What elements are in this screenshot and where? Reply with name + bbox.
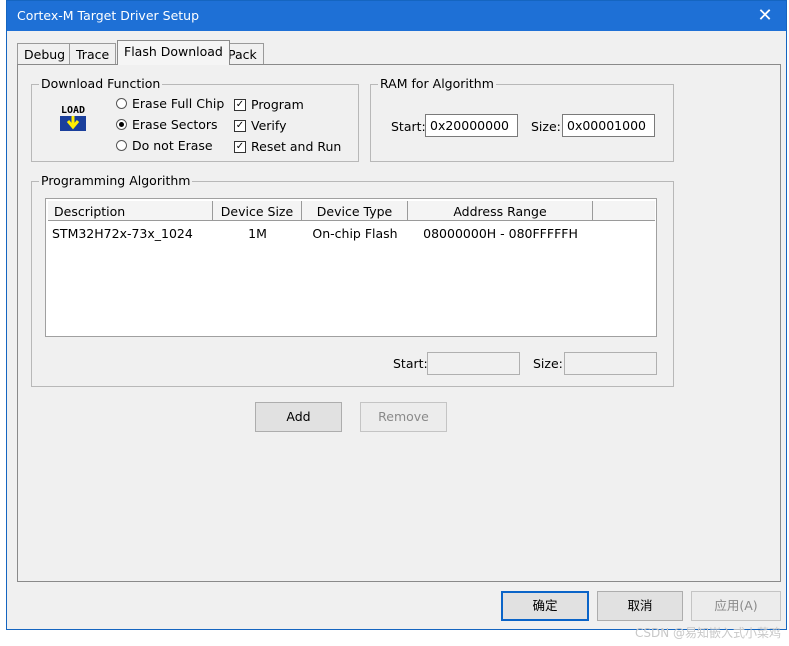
radio-erase-sectors[interactable] (116, 119, 127, 130)
reset-and-run-label: Reset and Run (251, 139, 342, 154)
tab-trace[interactable]: Trace (69, 43, 117, 64)
erase-full-chip-label: Erase Full Chip (132, 96, 225, 111)
erase-sectors-label: Erase Sectors (132, 117, 218, 132)
watermark: CSDN @易知嵌入式小菜鸡 (634, 626, 781, 640)
algo-start-input[interactable] (427, 352, 520, 375)
checkbox-reset-and-run[interactable]: ✓ (234, 141, 246, 153)
program-label: Program (251, 97, 304, 112)
load-icon: LOAD (57, 102, 89, 134)
column-filler (593, 201, 655, 221)
column-device-size[interactable]: Device Size (213, 201, 302, 221)
close-icon[interactable]: ✕ (752, 4, 778, 28)
row-description: STM32H72x-73x_1024 (52, 226, 193, 241)
remove-button[interactable]: Remove (360, 402, 447, 432)
do-not-erase-label: Do not Erase (132, 138, 213, 153)
row-device-type: On-chip Flash (312, 226, 398, 241)
ok-button[interactable]: 确定 (501, 591, 589, 621)
download-function-group: Download Function LOAD Erase Full Chip E… (31, 76, 359, 162)
verify-label: Verify (251, 118, 287, 133)
ram-size-label: Size: (531, 119, 561, 134)
column-address-range[interactable]: Address Range (408, 201, 593, 221)
radio-do-not-erase[interactable] (116, 140, 127, 151)
row-device-size: 1M (248, 226, 267, 241)
tab-debug[interactable]: Debug (17, 43, 73, 64)
row-address-range: 08000000H - 080FFFFFH (423, 226, 578, 241)
algo-start-label: Start: (393, 356, 428, 371)
column-description[interactable]: Description (48, 201, 213, 221)
tab-flash-download[interactable]: Flash Download (117, 40, 230, 65)
ram-size-input[interactable]: 0x00001000 (562, 114, 655, 137)
programming-algorithm-title: Programming Algorithm (39, 173, 193, 188)
algorithm-list[interactable]: Description Device Size Device Type Addr… (45, 198, 657, 337)
ram-start-label: Start: (391, 119, 426, 134)
apply-button[interactable]: 应用(A) (691, 591, 781, 621)
radio-erase-full-chip[interactable] (116, 98, 127, 109)
algo-size-label: Size: (533, 356, 563, 371)
add-button[interactable]: Add (255, 402, 342, 432)
download-function-title: Download Function (39, 76, 163, 91)
ram-for-algorithm-title: RAM for Algorithm (378, 76, 496, 91)
ram-start-input[interactable]: 0x20000000 (425, 114, 518, 137)
cancel-button[interactable]: 取消 (597, 591, 683, 621)
checkbox-program[interactable]: ✓ (234, 99, 246, 111)
column-device-type[interactable]: Device Type (302, 201, 408, 221)
checkbox-verify[interactable]: ✓ (234, 120, 246, 132)
load-icon-text: LOAD (61, 105, 85, 116)
window-title: Cortex-M Target Driver Setup (17, 8, 200, 23)
title-bar[interactable]: Cortex-M Target Driver Setup ✕ (7, 1, 786, 31)
algo-size-input[interactable] (564, 352, 657, 375)
dialog-window: Cortex-M Target Driver Setup ✕ Debug Tra… (6, 0, 787, 630)
ram-for-algorithm-group: RAM for Algorithm Start: 0x20000000 Size… (370, 76, 674, 162)
